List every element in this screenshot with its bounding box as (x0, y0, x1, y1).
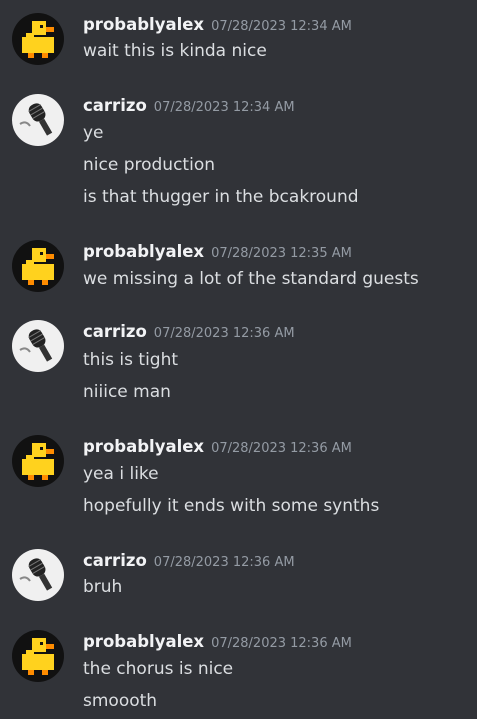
microphone-icon (12, 320, 64, 372)
microphone-icon (12, 94, 64, 146)
message-text: bruh (83, 577, 123, 597)
microphone-icon (12, 549, 64, 601)
timestamp: 07/28/2023 12:36 AM (153, 555, 295, 570)
message-text: wait this is kinda nice (83, 41, 267, 61)
message-text: is that thugger in the bcakround (83, 187, 359, 207)
message-text: we missing a lot of the standard guests (83, 269, 419, 289)
avatar[interactable] (12, 549, 64, 601)
message-header: probablyalex 07/28/2023 12:35 AM (83, 240, 352, 264)
duck-icon (12, 13, 64, 65)
timestamp: 07/28/2023 12:34 AM (211, 19, 352, 34)
username[interactable]: probablyalex (83, 242, 204, 261)
message-header: carrizo 07/28/2023 12:36 AM (83, 320, 295, 344)
message-text: niiice man (83, 382, 171, 402)
username[interactable]: probablyalex (83, 15, 204, 34)
message-header: probablyalex 07/28/2023 12:36 AM (83, 630, 352, 654)
message-header: probablyalex 07/28/2023 12:36 AM (83, 435, 352, 459)
message-header: carrizo 07/28/2023 12:34 AM (83, 94, 295, 118)
username[interactable]: carrizo (83, 551, 147, 570)
username[interactable]: probablyalex (83, 437, 204, 456)
avatar[interactable] (12, 94, 64, 146)
message-header: carrizo 07/28/2023 12:36 AM (83, 549, 295, 573)
message-text: ye (83, 123, 104, 143)
message-header: probablyalex 07/28/2023 12:34 AM (83, 13, 352, 37)
username[interactable]: probablyalex (83, 632, 204, 651)
message-text: yea i like (83, 464, 159, 484)
message-text: nice production (83, 155, 215, 175)
timestamp: 07/28/2023 12:36 AM (211, 441, 352, 456)
message-text: the chorus is nice (83, 659, 234, 679)
duck-icon (12, 240, 64, 292)
timestamp: 07/28/2023 12:36 AM (211, 636, 352, 651)
message-text: hopefully it ends with some synths (83, 496, 380, 516)
avatar[interactable] (12, 240, 64, 292)
duck-icon (12, 630, 64, 682)
message-text: this is tight (83, 350, 179, 370)
avatar[interactable] (12, 435, 64, 487)
timestamp: 07/28/2023 12:34 AM (153, 100, 295, 115)
timestamp: 07/28/2023 12:35 AM (211, 246, 352, 261)
duck-icon (12, 435, 64, 487)
username[interactable]: carrizo (83, 96, 147, 115)
chat-message-list[interactable]: probablyalex 07/28/2023 12:34 AM wait thi… (0, 0, 477, 719)
avatar[interactable] (12, 13, 64, 65)
timestamp: 07/28/2023 12:36 AM (153, 326, 295, 341)
avatar[interactable] (12, 630, 64, 682)
username[interactable]: carrizo (83, 322, 147, 341)
message-text: smoooth (83, 691, 158, 711)
avatar[interactable] (12, 320, 64, 372)
